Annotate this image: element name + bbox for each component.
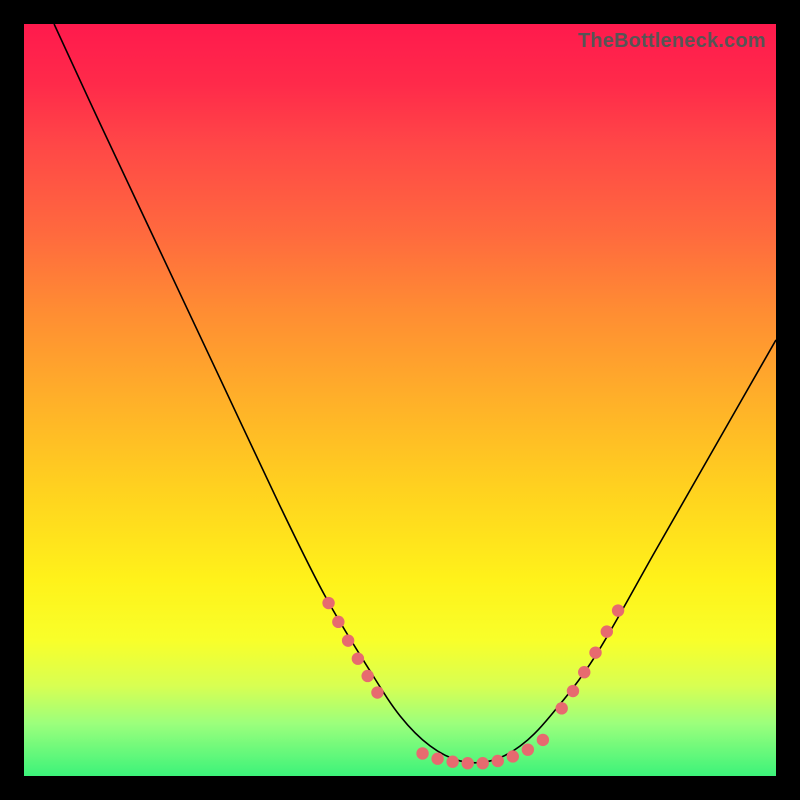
chart-frame: TheBottleneck.com — [0, 0, 800, 800]
marker-dot — [612, 604, 624, 616]
marker-dot — [555, 702, 567, 714]
chart-svg — [24, 24, 776, 776]
marker-dot — [589, 646, 601, 658]
marker-dot — [431, 753, 443, 765]
marker-dot — [322, 597, 334, 609]
marker-dot — [492, 755, 504, 767]
marker-dot — [446, 756, 458, 768]
marker-dot — [537, 734, 549, 746]
marker-dot — [507, 750, 519, 762]
marker-dot — [416, 747, 428, 759]
marker-dot — [352, 652, 364, 664]
bottleneck-curve — [54, 24, 776, 763]
marker-dot — [361, 670, 373, 682]
marker-dot — [522, 743, 534, 755]
marker-dot — [342, 634, 354, 646]
marker-dot — [461, 757, 473, 769]
marker-dot — [601, 625, 613, 637]
marker-layer — [322, 597, 624, 770]
marker-dot — [332, 616, 344, 628]
marker-dot — [371, 686, 383, 698]
plot-area: TheBottleneck.com — [24, 24, 776, 776]
marker-dot — [477, 757, 489, 769]
marker-dot — [578, 666, 590, 678]
marker-dot — [567, 685, 579, 697]
